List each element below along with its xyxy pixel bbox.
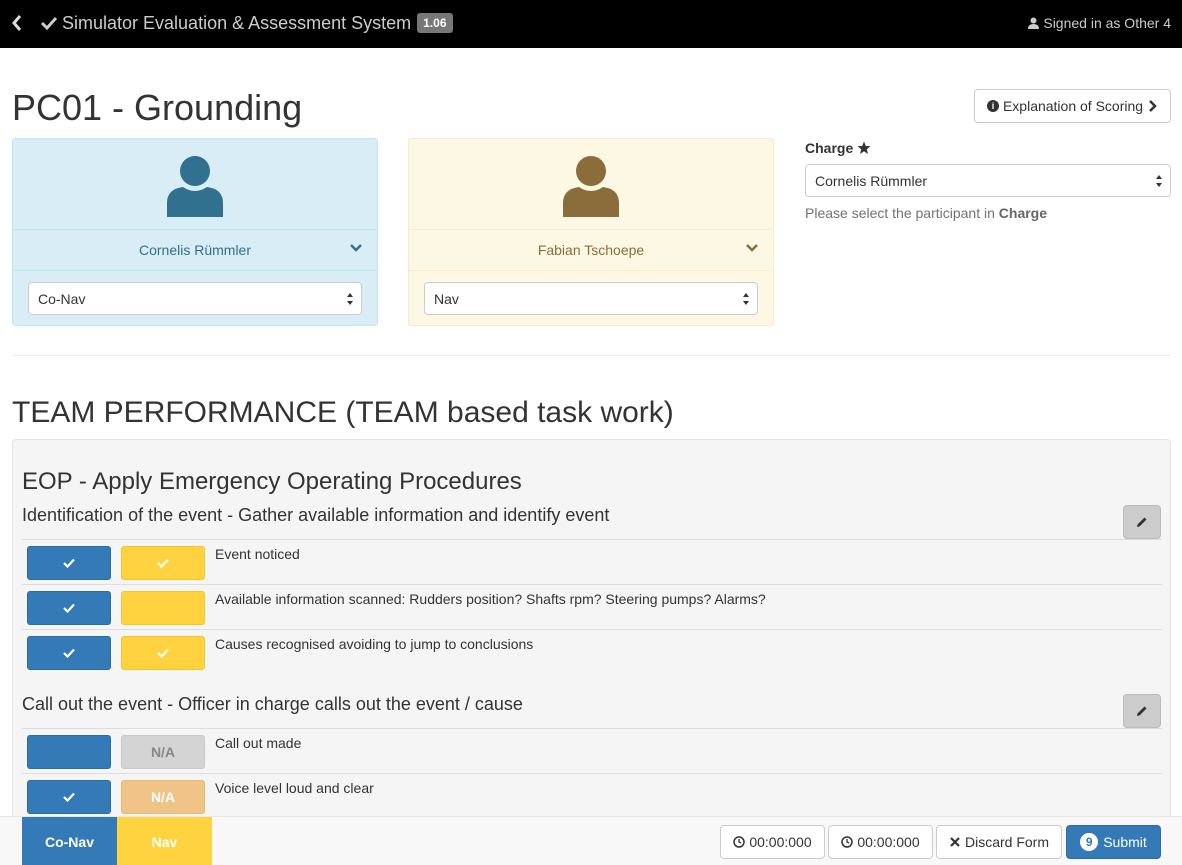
timer-value: 00:00:000 [749,834,812,850]
charge-select-value: Cornelis Rümmler [815,172,928,189]
assessment-label: Causes recognised avoiding to jump to co… [215,636,534,652]
edit-button[interactable] [1123,505,1161,539]
close-icon [950,837,960,847]
submit-label: Submit [1103,834,1147,850]
participant-card-nav: Fabian Tschoepe Nav [408,138,774,326]
pencil-icon [1137,517,1147,527]
nav-score-button[interactable]: N/A [121,735,205,769]
app-brand[interactable]: Simulator Evaluation & Assessment System… [40,11,453,35]
charge-help-text: Please select the participant in Charge [805,205,1047,221]
page-title: PC01 - Grounding [12,87,303,128]
discard-label: Discard Form [964,834,1049,850]
check-icon [63,603,75,613]
signed-in-text: Signed in as Other 4 [1043,15,1171,31]
check-icon [63,558,75,568]
timer-button[interactable]: 00:00:000 [828,825,933,859]
check-icon [63,648,75,658]
back-chevron-icon[interactable] [10,12,30,34]
check-icon [40,16,58,31]
select-arrows-icon [743,292,749,305]
role-select[interactable]: Nav [424,282,758,315]
role-select-value: Co-Nav [38,290,86,307]
conav-score-button[interactable] [27,735,111,769]
conav-score-button[interactable] [27,591,111,625]
charge-help-bold: Charge [998,205,1048,221]
chevron-down-icon[interactable] [349,241,363,255]
person-icon [167,156,223,217]
explanation-of-scoring-button[interactable]: i Explanation of Scoring [974,89,1171,123]
assessment-row: Available information scanned: Rudders p… [22,584,1162,629]
check-icon [63,792,75,802]
charge-label: Charge [805,140,871,156]
user-icon [1028,17,1040,29]
timer-value: 00:00:000 [857,834,920,850]
chevron-down-icon[interactable] [745,241,759,255]
timer-button[interactable]: 00:00:000 [720,825,825,859]
subsection-title: Call out the event - Officer in charge c… [22,694,523,714]
signed-in-indicator[interactable]: Signed in as Other 4 [1028,15,1171,31]
nav-score-button[interactable] [121,591,205,625]
assessment-label: Available information scanned: Rudders p… [215,591,766,607]
assessment-label: Event noticed [215,546,300,562]
nav-score-button[interactable] [121,546,205,580]
charge-select[interactable]: Cornelis Rümmler [805,164,1171,197]
app-title: Simulator Evaluation & Assessment System [62,12,412,33]
check-icon [157,648,169,658]
role-select[interactable]: Co-Nav [28,282,362,315]
assessment-label: Voice level loud and clear [215,780,374,796]
participant-name: Fabian Tschoepe [537,242,645,258]
charge-label-text: Charge [805,140,854,156]
conav-score-button[interactable] [27,780,111,814]
participant-name: Cornelis Rümmler [138,242,252,258]
chevron-right-icon [1149,100,1157,112]
info-icon: i [986,100,999,112]
participant-card-conav: Cornelis Rümmler Co-Nav [12,138,378,326]
submit-count-badge: 9 [1080,833,1099,851]
check-icon [157,558,169,568]
charge-help-prefix: Please select the participant in [805,205,995,221]
tab-nav[interactable]: Nav [117,817,212,865]
clock-icon [841,836,854,848]
nav-score-button[interactable] [121,636,205,670]
role-select-value: Nav [434,290,459,307]
assessment-label: Call out made [215,735,302,751]
select-arrows-icon [347,292,353,305]
assessment-row: N/A Voice level loud and clear [22,773,1162,818]
clock-icon [733,836,746,848]
tab-conav[interactable]: Co-Nav [22,817,117,865]
nav-score-button[interactable]: N/A [121,780,205,814]
explanation-label: Explanation of Scoring [1002,98,1144,114]
star-icon [857,141,871,154]
assessment-row: Causes recognised avoiding to jump to co… [22,629,1162,674]
conav-score-button[interactable] [27,546,111,580]
pencil-icon [1137,706,1147,716]
section-title: TEAM PERFORMANCE (TEAM based task work) [12,396,674,429]
submit-button[interactable]: 9 Submit [1066,825,1161,859]
edit-button[interactable] [1123,694,1161,728]
assessment-row: N/A Call out made [22,728,1162,773]
participant-name-bar[interactable]: Cornelis Rümmler [13,229,377,271]
discard-form-button[interactable]: Discard Form [936,825,1062,859]
subsection-title: Identification of the event - Gather ava… [22,505,610,525]
group-title: EOP - Apply Emergency Operating Procedur… [22,468,522,495]
top-navbar: Simulator Evaluation & Assessment System… [0,0,1182,48]
version-badge: 1.06 [417,13,453,33]
conav-score-button[interactable] [27,636,111,670]
footer-bar: Co-Nav Nav 00:00:000 00:00:000 Discard F… [0,816,1182,865]
assessment-row: Event noticed [22,539,1162,584]
person-icon [563,156,619,217]
select-arrows-icon [1156,174,1162,187]
participant-name-bar[interactable]: Fabian Tschoepe [409,229,773,271]
divider [12,355,1171,356]
